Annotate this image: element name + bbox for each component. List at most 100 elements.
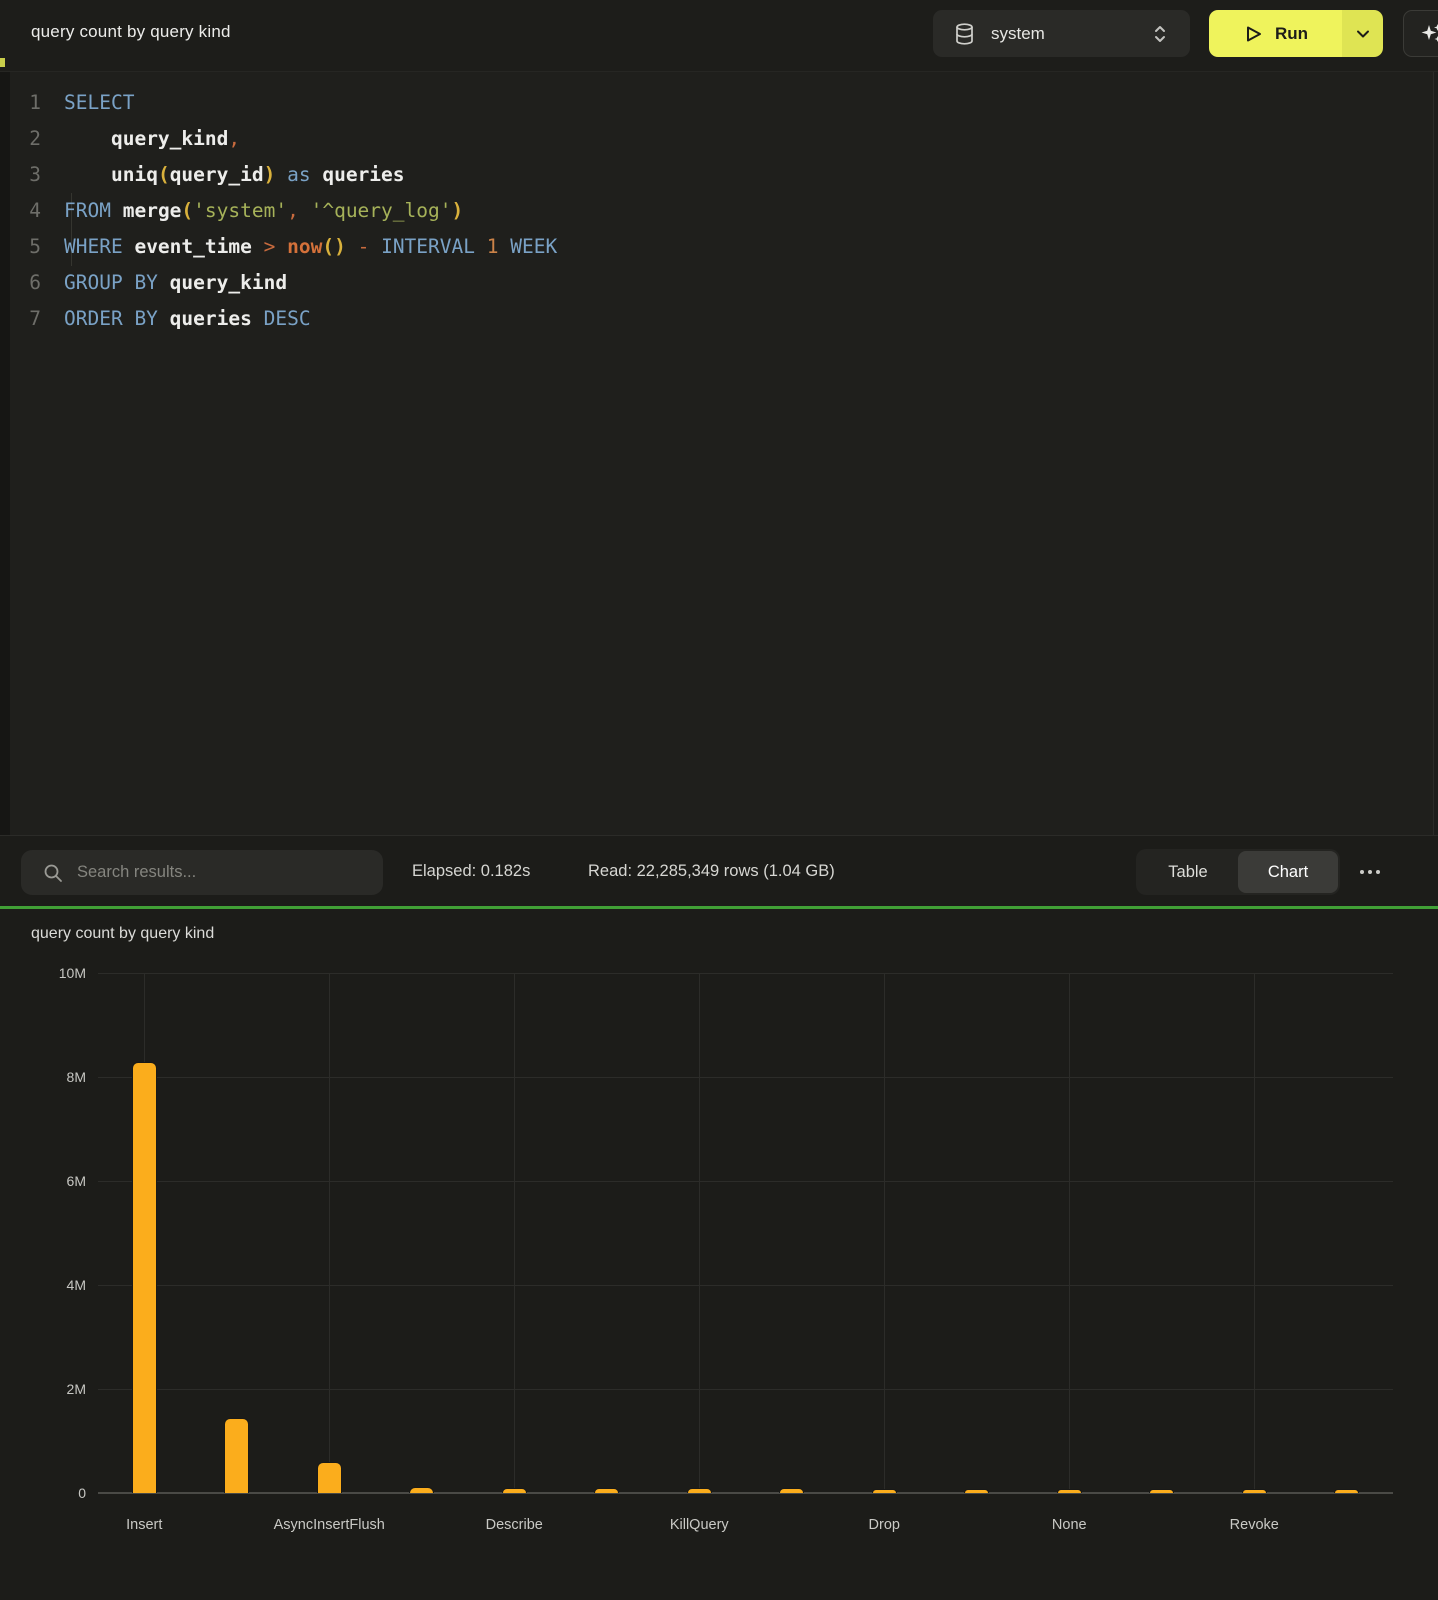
sql-editor[interactable]: 1SELECT2 query_kind,3 uniq(query_id) as … [0, 72, 1438, 835]
code-line: 3 uniq(query_id) as queries [0, 157, 1420, 193]
x-tick-label: AsyncInsertFlush [254, 1515, 404, 1535]
bar-AsyncInsertFlush[interactable] [317, 1462, 342, 1493]
code-token [252, 307, 264, 330]
code-token: GROUP BY [64, 271, 158, 294]
code-line: 4FROM merge('system', '^query_log') [0, 193, 1420, 229]
bar-Drop[interactable] [872, 1489, 897, 1493]
code-token: ORDER BY [64, 307, 158, 330]
page-title: query count by query kind [31, 22, 231, 42]
gridline [884, 973, 885, 1493]
code-token: , [287, 199, 299, 222]
bar-cat9[interactable] [964, 1489, 989, 1493]
code-token [275, 235, 287, 258]
code-line: 2 query_kind, [0, 121, 1420, 157]
x-tick-label: Drop [809, 1515, 959, 1535]
line-number: 1 [10, 85, 41, 121]
gridline [514, 973, 515, 1493]
code-line: 1SELECT [0, 85, 1420, 121]
x-tick-label: Revoke [1179, 1515, 1329, 1535]
code-token: , [228, 127, 240, 150]
code-token [369, 235, 381, 258]
code-token: query_kind [170, 271, 287, 294]
gridline [1069, 973, 1070, 1493]
code-token: 1 [487, 235, 499, 258]
code-token: now [287, 235, 322, 258]
search-results-box [21, 850, 383, 895]
x-tick-label: None [994, 1515, 1144, 1535]
code-token: queries [322, 163, 404, 186]
code-token [499, 235, 511, 258]
code-token [311, 163, 323, 186]
code-token [475, 235, 487, 258]
run-button[interactable]: Run [1209, 10, 1342, 57]
gridline [699, 973, 700, 1493]
bar-None[interactable] [1057, 1489, 1082, 1493]
elapsed-stat: Elapsed: 0.182s [412, 836, 530, 907]
database-icon [955, 23, 974, 45]
ai-assist-button[interactable] [1403, 10, 1438, 57]
code-token: event_time [134, 235, 251, 258]
bar-cat3[interactable] [409, 1487, 434, 1493]
x-tick-label: Describe [439, 1515, 589, 1535]
code-token: FROM [64, 199, 111, 222]
gridline [98, 1077, 1393, 1078]
gridline [1254, 973, 1255, 1493]
y-tick-label: 8M [30, 1068, 86, 1086]
database-selector[interactable]: system [933, 10, 1190, 57]
read-stat: Read: 22,285,349 rows (1.04 GB) [588, 836, 835, 907]
code-token: as [287, 163, 310, 186]
bar-cat13[interactable] [1334, 1489, 1359, 1493]
bar-Describe[interactable] [502, 1488, 527, 1493]
code-token [275, 163, 287, 186]
database-selector-value: system [991, 24, 1045, 44]
line-number: 7 [10, 301, 41, 337]
bar-Revoke[interactable] [1242, 1489, 1267, 1493]
code-token: INTERVAL [381, 235, 475, 258]
tab-chart[interactable]: Chart [1238, 851, 1338, 893]
bar-cat7[interactable] [779, 1488, 804, 1493]
y-tick-label: 0 [30, 1484, 86, 1502]
y-tick-label: 6M [30, 1172, 86, 1190]
tab-table[interactable]: Table [1138, 851, 1238, 893]
line-number: 2 [10, 121, 41, 157]
gridline [329, 973, 330, 1493]
code-line: 7ORDER BY queries DESC [0, 301, 1420, 337]
code-token: WEEK [510, 235, 557, 258]
code-token [158, 307, 170, 330]
run-options-button[interactable] [1342, 10, 1383, 57]
code-token: '^query_log' [311, 199, 452, 222]
chevron-down-icon [1356, 29, 1370, 39]
y-tick-label: 4M [30, 1276, 86, 1294]
view-toggle: Table Chart [1136, 849, 1340, 895]
code-token: () [322, 235, 345, 258]
bar-KillQuery[interactable] [687, 1488, 712, 1493]
code-token: ( [158, 163, 170, 186]
code-token: - [358, 235, 370, 258]
bar-cat1[interactable] [224, 1418, 249, 1493]
chart-panel: query count by query kind 02M4M6M8M10MIn… [0, 909, 1438, 1600]
bar-Insert[interactable] [132, 1062, 157, 1493]
code-token [252, 235, 264, 258]
editor-scrollbar-track[interactable] [1433, 72, 1438, 835]
code-token [158, 271, 170, 294]
selector-chevrons-icon [1152, 24, 1168, 44]
code-token: WHERE [64, 235, 123, 258]
search-icon [43, 863, 63, 883]
search-results-input[interactable] [77, 863, 367, 882]
y-tick-label: 10M [30, 964, 86, 982]
code-token: uniq [111, 163, 158, 186]
active-tab-indicator [0, 58, 5, 67]
code-token [111, 199, 123, 222]
chart-title: query count by query kind [31, 925, 214, 943]
bar-cat5[interactable] [594, 1488, 619, 1493]
sparkles-icon [1418, 21, 1438, 47]
bar-cat11[interactable] [1149, 1489, 1174, 1493]
code-token [123, 235, 135, 258]
more-options-button[interactable] [1354, 836, 1386, 907]
code-token: merge [123, 199, 182, 222]
code-token: queries [170, 307, 252, 330]
play-icon [1243, 24, 1263, 44]
gridline [98, 1389, 1393, 1390]
gridline [98, 973, 1393, 974]
line-number: 4 [10, 193, 41, 229]
